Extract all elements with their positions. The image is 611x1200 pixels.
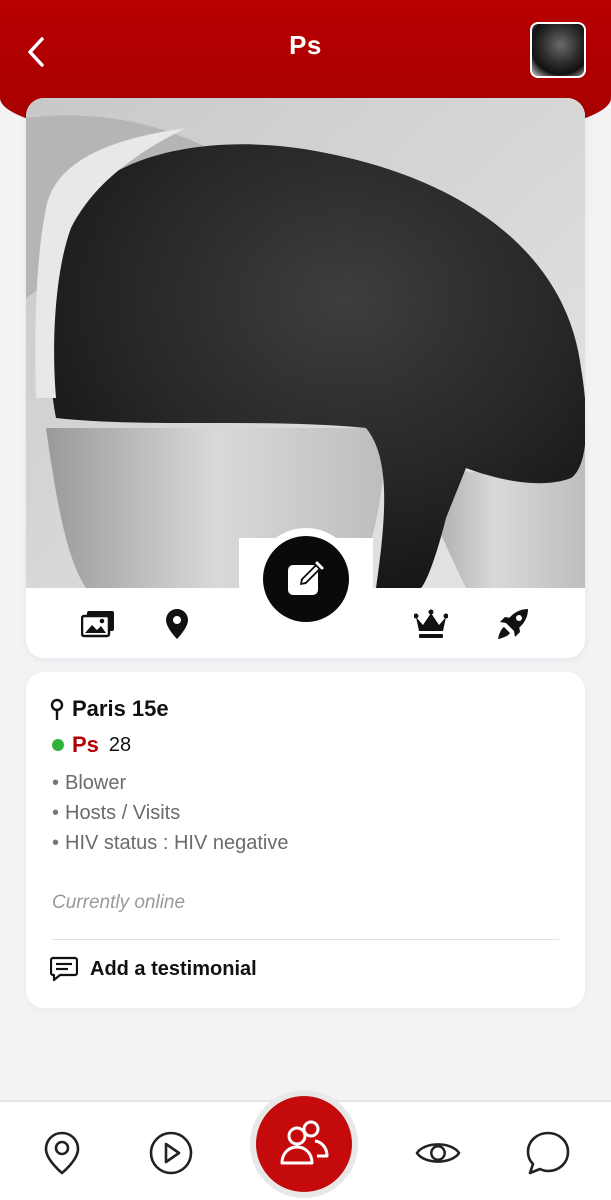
people-icon xyxy=(280,1120,329,1165)
premium-button[interactable] xyxy=(411,604,451,644)
list-item: HIV status : HIV negative xyxy=(52,828,288,858)
nav-visitors[interactable] xyxy=(415,1130,461,1176)
nav-videos[interactable] xyxy=(148,1130,194,1176)
profile-name: Ps xyxy=(72,732,99,757)
profile-photo-card xyxy=(26,98,585,658)
map-pin-icon xyxy=(50,698,64,720)
profile-age: 28 xyxy=(108,733,132,756)
list-item: Hosts / Visits xyxy=(52,798,288,828)
profile-photo[interactable] xyxy=(26,98,585,588)
name-row: Ps 28 xyxy=(52,732,131,758)
online-indicator xyxy=(52,739,64,751)
location-row: Paris 15e xyxy=(50,696,169,722)
location-text: Paris 15e xyxy=(72,696,169,721)
comment-icon xyxy=(50,956,78,982)
gallery-icon xyxy=(81,611,114,638)
add-testimonial-button[interactable]: Add a testimonial xyxy=(50,956,257,982)
avatar[interactable] xyxy=(530,22,586,78)
list-item: Blower xyxy=(52,768,288,798)
divider xyxy=(52,939,559,940)
profile-info-card: Paris 15e Ps 28 Blower Hosts / Visits HI… xyxy=(26,672,585,1008)
location-pin-icon xyxy=(166,609,188,639)
edit-icon xyxy=(288,561,324,595)
page-title: Ps xyxy=(289,30,322,60)
gallery-button[interactable] xyxy=(78,604,118,644)
eye-icon xyxy=(415,1143,461,1163)
map-pin-icon xyxy=(44,1131,80,1175)
boost-button[interactable] xyxy=(493,604,533,644)
bottom-navigation xyxy=(0,1090,611,1200)
location-button[interactable] xyxy=(157,604,197,644)
crown-icon xyxy=(414,609,448,638)
nav-people[interactable] xyxy=(250,1090,358,1198)
traits-list: Blower Hosts / Visits HIV status : HIV n… xyxy=(52,768,288,858)
edit-profile-button[interactable] xyxy=(255,528,357,630)
testimonial-label: Add a testimonial xyxy=(90,957,257,980)
online-status-text: Currently online xyxy=(52,892,186,913)
chat-icon xyxy=(526,1131,570,1175)
nav-map[interactable] xyxy=(39,1130,85,1176)
rocket-icon xyxy=(498,609,528,639)
play-icon xyxy=(149,1131,193,1175)
nav-messages[interactable] xyxy=(525,1130,571,1176)
